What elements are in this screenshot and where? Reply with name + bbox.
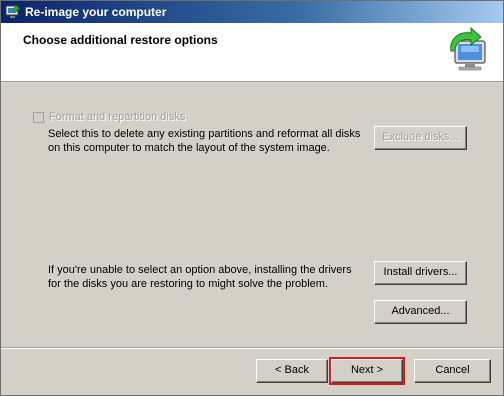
exclude-disks-button[interactable]: Exclude disks...	[374, 126, 467, 150]
reimage-app-icon	[5, 4, 21, 18]
format-description: Select this to delete any existing parti…	[48, 128, 361, 154]
install-drivers-button[interactable]: Install drivers...	[374, 261, 467, 285]
back-button[interactable]: < Back	[256, 359, 328, 383]
next-button-highlight	[329, 357, 405, 385]
reimage-dialog: Re-image your computer Choose additional…	[0, 0, 504, 396]
format-disks-checkbox[interactable]	[33, 112, 44, 123]
page-heading: Choose additional restore options	[23, 33, 218, 47]
window-title: Re-image your computer	[25, 5, 167, 19]
cancel-button[interactable]: Cancel	[414, 359, 491, 383]
title-bar[interactable]: Re-image your computer	[1, 1, 503, 23]
wizard-header: Choose additional restore options	[1, 23, 503, 82]
advanced-button[interactable]: Advanced...	[374, 300, 467, 324]
format-disks-label: Format and repartition disks	[49, 111, 186, 123]
computer-restore-icon	[450, 27, 486, 71]
drivers-description: If you're unable to select an option abo…	[48, 264, 352, 290]
footer-divider-highlight	[1, 348, 503, 349]
